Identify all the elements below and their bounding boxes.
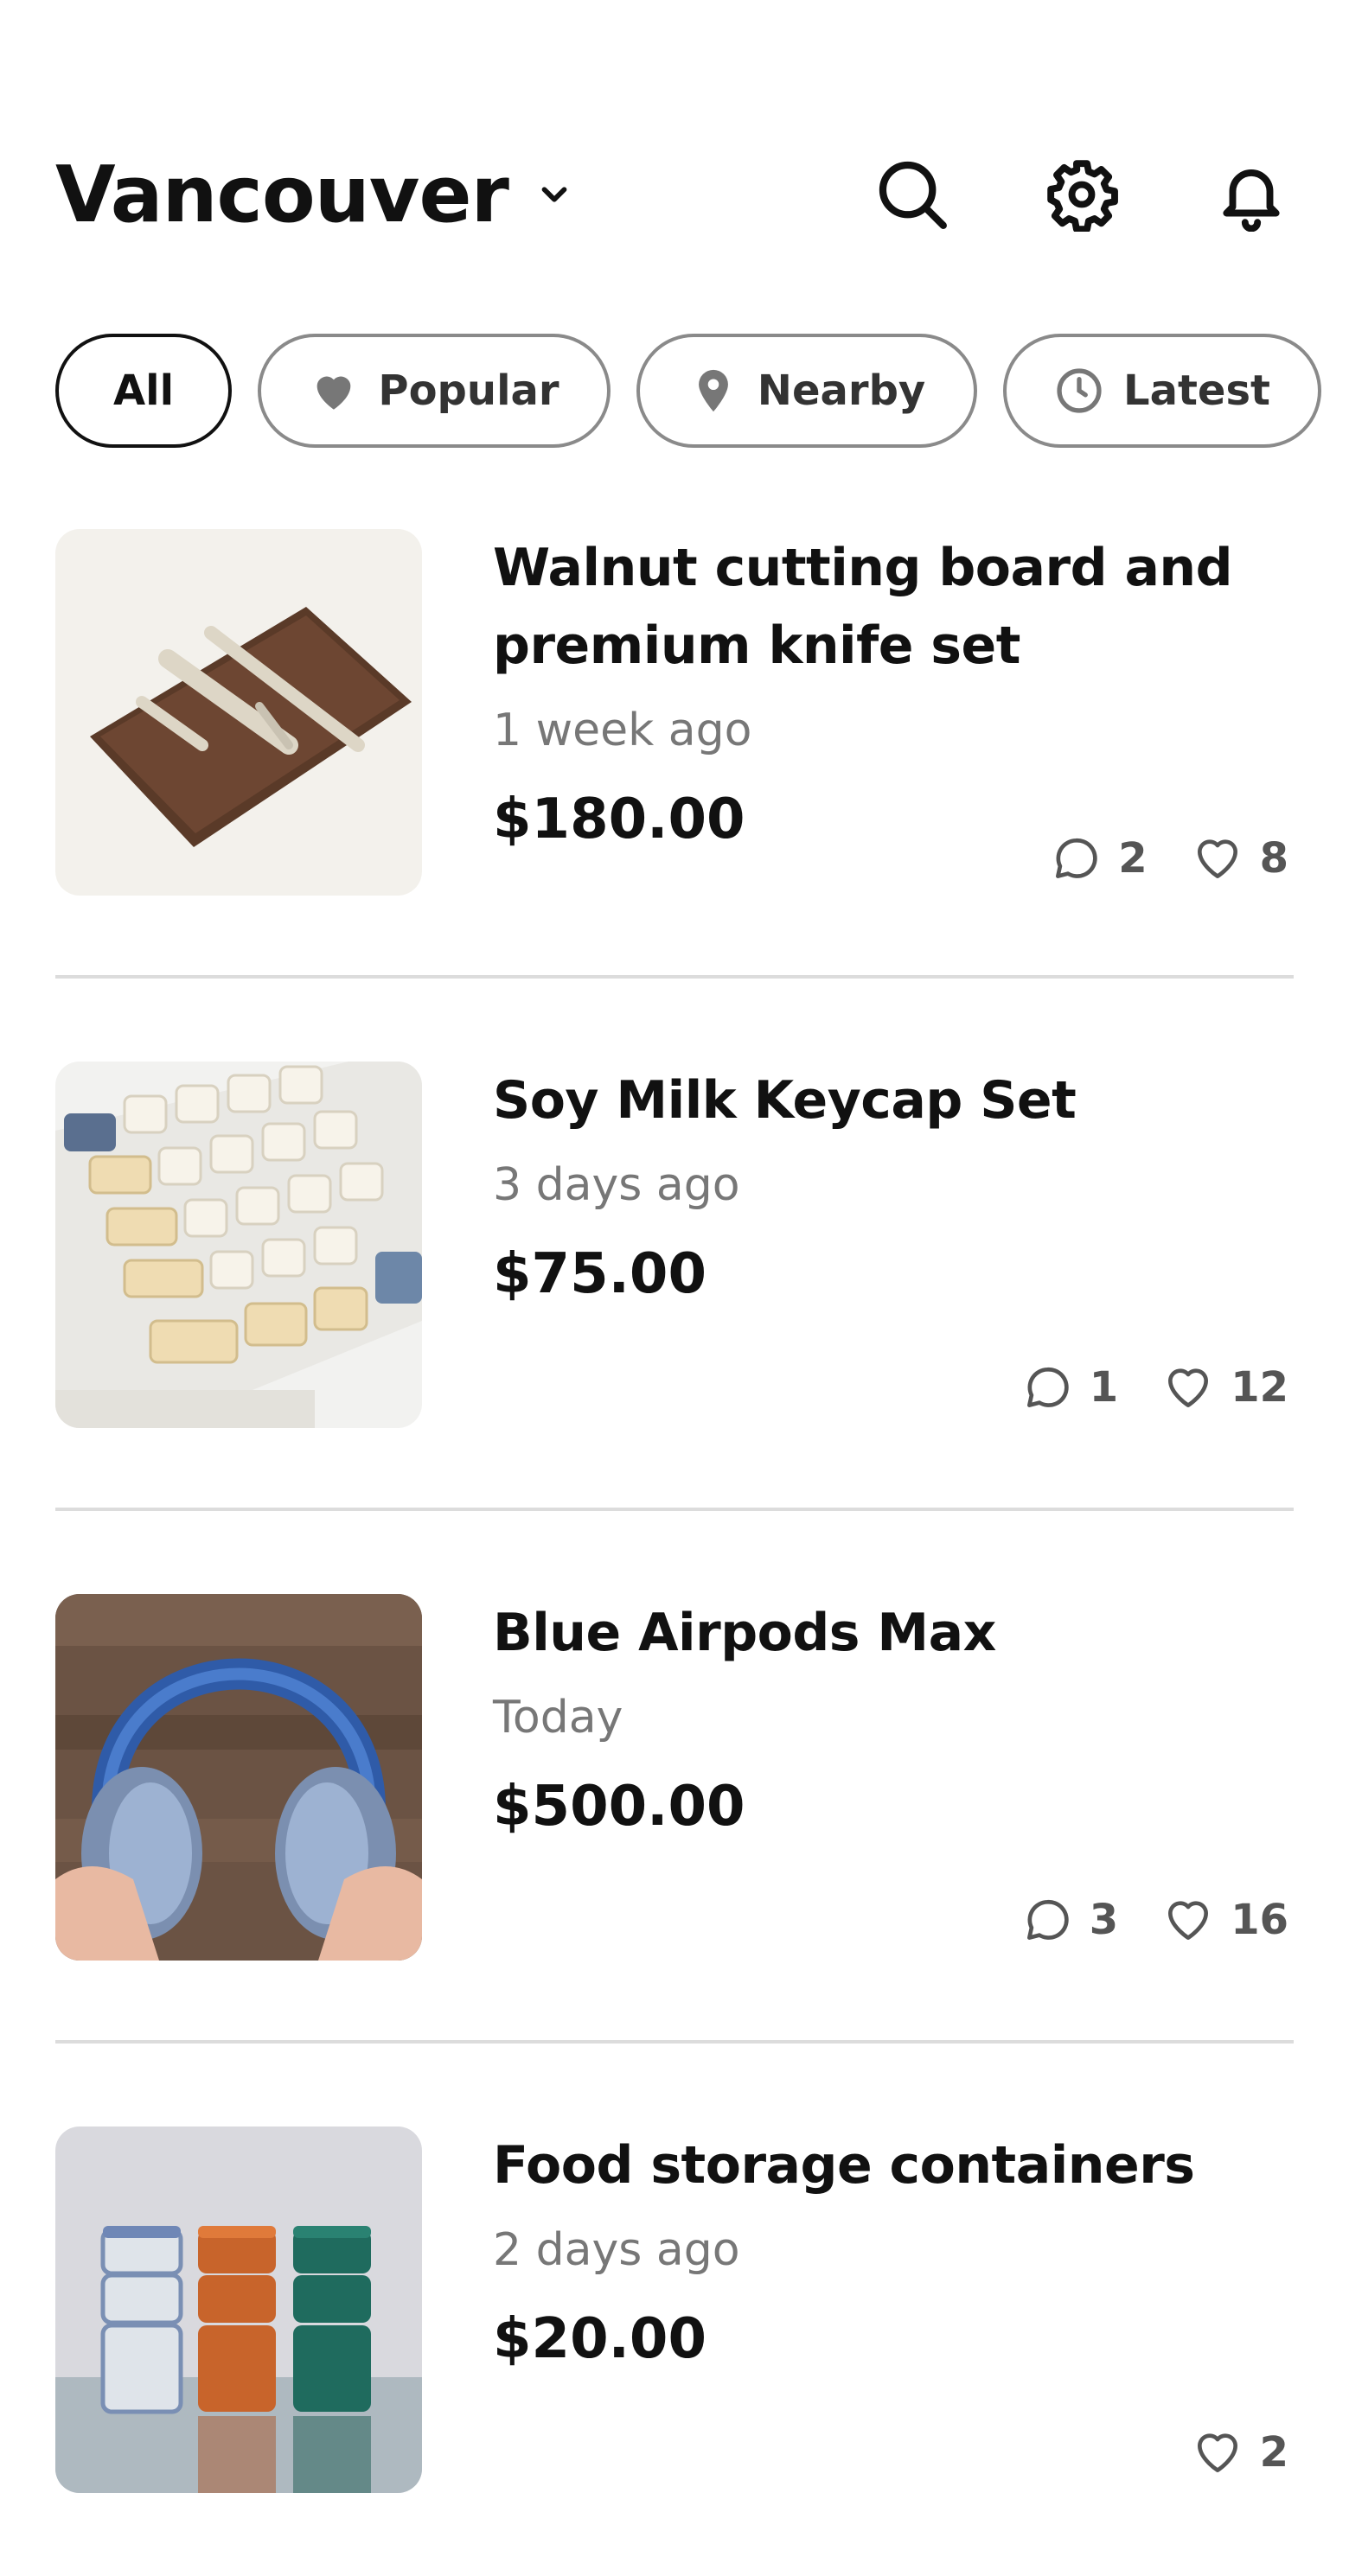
heart-outline-icon — [1161, 1893, 1215, 1947]
like-count-value: 8 — [1259, 834, 1288, 883]
search-icon[interactable] — [875, 157, 949, 232]
comment-count-value: 1 — [1089, 1363, 1119, 1412]
marketplace-feed: Vancouver All Popular Nearby Latest Waln… — [0, 0, 1349, 2576]
product-image — [55, 2126, 422, 2493]
like-count: 16 — [1161, 1893, 1288, 1947]
chevron-down-icon — [534, 175, 574, 214]
filter-chip-latest[interactable]: Latest — [1003, 334, 1321, 448]
header-actions — [875, 157, 1288, 232]
product-image — [55, 529, 422, 896]
comment-count-value: 2 — [1118, 834, 1148, 883]
listing-stats: 1 12 — [1020, 1361, 1288, 1414]
chip-label: Latest — [1123, 367, 1270, 415]
listing-stats: 2 — [1191, 2426, 1288, 2479]
chip-label: All — [112, 367, 175, 415]
divider — [55, 975, 1294, 979]
listing-price: $20.00 — [493, 2307, 706, 2371]
divider — [55, 2040, 1294, 2044]
heart-icon — [309, 366, 359, 416]
comment-count: 3 — [1020, 1893, 1118, 1947]
listing-info: Soy Milk Keycap Set 3 days ago $75.00 — [493, 1062, 1294, 1309]
filter-chip-popular[interactable]: Popular — [258, 334, 611, 448]
listing-time: 2 days ago — [493, 2224, 740, 2276]
filter-chip-all[interactable]: All — [55, 334, 232, 448]
heart-outline-icon — [1161, 1361, 1215, 1414]
listing-stats: 3 16 — [1020, 1893, 1288, 1947]
listing-price: $500.00 — [493, 1775, 745, 1839]
listing-info: Blue Airpods Max Today $500.00 — [493, 1594, 1294, 1841]
gear-icon[interactable] — [1045, 157, 1119, 232]
like-count-value: 12 — [1231, 1363, 1288, 1412]
comment-count: 1 — [1020, 1361, 1118, 1414]
chip-label: Nearby — [757, 367, 926, 415]
comment-icon — [1020, 1361, 1074, 1414]
listing-time: Today — [493, 1692, 623, 1744]
like-count-value: 16 — [1231, 1896, 1288, 1944]
chip-label: Popular — [378, 367, 559, 415]
listing-price: $75.00 — [493, 1242, 706, 1306]
location-name: Vancouver — [55, 149, 509, 240]
listing-title: Walnut cutting board and premium knife s… — [493, 538, 1233, 676]
product-image — [55, 1594, 422, 1961]
location-selector[interactable]: Vancouver — [55, 150, 574, 240]
heart-outline-icon — [1191, 832, 1244, 885]
filter-chip-nearby[interactable]: Nearby — [636, 334, 977, 448]
divider — [55, 1508, 1294, 1511]
comment-count: 2 — [1049, 832, 1148, 885]
listing-item[interactable]: Soy Milk Keycap Set 3 days ago $75.00 1 … — [55, 1062, 1294, 1433]
listing-item[interactable]: Walnut cutting board and premium knife s… — [55, 529, 1294, 901]
like-count: 12 — [1161, 1361, 1288, 1414]
like-count-value: 2 — [1259, 2428, 1288, 2477]
product-image — [55, 1062, 422, 1428]
heart-outline-icon — [1191, 2426, 1244, 2479]
listing-stats: 2 8 — [1049, 832, 1288, 885]
listing-info: Walnut cutting board and premium knife s… — [493, 529, 1294, 854]
comment-count-value: 3 — [1089, 1896, 1119, 1944]
listing-title: Blue Airpods Max — [493, 1603, 996, 1663]
listing-item[interactable]: Food storage containers 2 days ago $20.0… — [55, 2126, 1294, 2498]
comment-icon — [1020, 1893, 1074, 1947]
like-count: 2 — [1191, 2426, 1288, 2479]
listing-time: 3 days ago — [493, 1159, 740, 1211]
listing-time: 1 week ago — [493, 705, 752, 756]
comment-icon — [1049, 832, 1103, 885]
like-count: 8 — [1191, 832, 1288, 885]
top-bar: Vancouver — [55, 138, 1294, 251]
listing-item[interactable]: Blue Airpods Max Today $500.00 3 16 — [55, 1594, 1294, 1966]
listing-title: Food storage containers — [493, 2135, 1195, 2196]
map-pin-icon — [688, 366, 738, 416]
listing-title: Soy Milk Keycap Set — [493, 1070, 1077, 1131]
filter-chips: All Popular Nearby Latest — [55, 334, 1323, 448]
listing-info: Food storage containers 2 days ago $20.0… — [493, 2126, 1294, 2374]
bell-icon[interactable] — [1214, 157, 1288, 232]
clock-icon — [1054, 366, 1104, 416]
